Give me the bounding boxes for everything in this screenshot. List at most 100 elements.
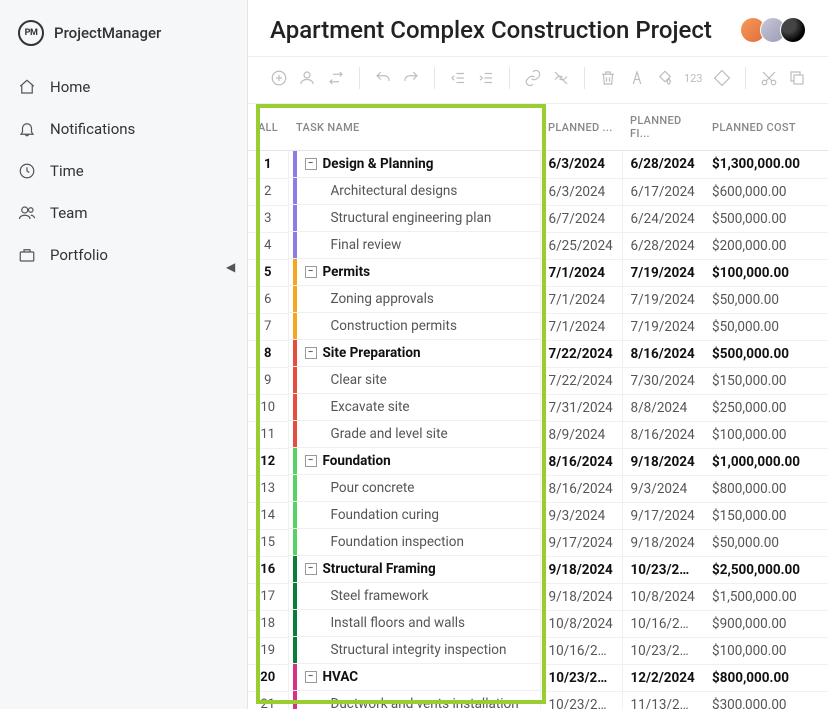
task-name-cell[interactable]: −Site Preparation [289, 340, 540, 367]
task-row[interactable]: 9 Clear site 7/22/2024 7/30/2024 $150,00… [248, 367, 828, 394]
task-name-cell[interactable]: −HVAC [289, 664, 540, 691]
planned-start[interactable]: 10/23/2024 [540, 691, 622, 709]
task-name-cell[interactable]: Pour concrete [289, 475, 540, 502]
task-row[interactable]: 7 Construction permits 7/1/2024 7/19/202… [248, 313, 828, 340]
col-taskname[interactable]: TASK NAME [288, 104, 540, 151]
planned-finish[interactable]: 7/19/2024 [622, 286, 704, 313]
task-row[interactable]: 1 −Design & Planning 6/3/2024 6/28/2024 … [248, 151, 828, 179]
task-name-cell[interactable]: Architectural designs [289, 178, 540, 205]
collaborator-avatars[interactable] [746, 17, 806, 43]
redo-icon[interactable] [402, 67, 420, 89]
nav-item-time[interactable]: Time [0, 150, 247, 192]
planned-start[interactable]: 7/1/2024 [540, 259, 622, 286]
planned-start[interactable]: 7/31/2024 [540, 394, 622, 421]
planned-start[interactable]: 10/8/2024 [540, 610, 622, 637]
planned-cost[interactable]: $50,000.00 [704, 313, 828, 340]
task-row[interactable]: 14 Foundation curing 9/3/2024 9/17/2024 … [248, 502, 828, 529]
col-finish[interactable]: PLANNED FI... [622, 104, 704, 151]
collapse-icon[interactable]: − [305, 266, 317, 278]
planned-start[interactable]: 9/18/2024 [540, 583, 622, 610]
planned-start[interactable]: 9/3/2024 [540, 502, 622, 529]
planned-finish[interactable]: 10/16/2024 [622, 610, 704, 637]
collapse-icon[interactable]: − [305, 563, 317, 575]
task-name-cell[interactable]: Steel framework [289, 583, 540, 610]
task-name-cell[interactable]: Structural engineering plan [289, 205, 540, 232]
planned-cost[interactable]: $150,000.00 [704, 367, 828, 394]
task-row[interactable]: 20 −HVAC 10/23/2024 12/2/2024 $800,000.0… [248, 664, 828, 691]
task-row[interactable]: 19 Structural integrity inspection 10/16… [248, 637, 828, 664]
task-name-cell[interactable]: Structural integrity inspection [289, 637, 540, 664]
nav-item-portfolio[interactable]: Portfolio [0, 234, 247, 276]
copy-icon[interactable] [788, 67, 806, 89]
task-row[interactable]: 5 −Permits 7/1/2024 7/19/2024 $100,000.0… [248, 259, 828, 286]
collapse-icon[interactable]: − [305, 158, 317, 170]
assign-icon[interactable] [298, 67, 316, 89]
planned-cost[interactable]: $900,000.00 [704, 610, 828, 637]
brand[interactable]: PM ProjectManager [0, 12, 247, 66]
planned-cost[interactable]: $500,000.00 [704, 205, 828, 232]
number-format-icon[interactable]: 123 [684, 67, 703, 89]
task-row[interactable]: 13 Pour concrete 8/16/2024 9/3/2024 $800… [248, 475, 828, 502]
planned-cost[interactable]: $1,000,000.00 [704, 448, 828, 475]
planned-finish[interactable]: 9/17/2024 [622, 502, 704, 529]
nav-item-home[interactable]: Home [0, 66, 247, 108]
planned-cost[interactable]: $100,000.00 [704, 259, 828, 286]
planned-cost[interactable]: $500,000.00 [704, 340, 828, 367]
planned-start[interactable]: 6/7/2024 [540, 205, 622, 232]
task-row[interactable]: 11 Grade and level site 8/9/2024 8/16/20… [248, 421, 828, 448]
task-row[interactable]: 6 Zoning approvals 7/1/2024 7/19/2024 $5… [248, 286, 828, 313]
planned-cost[interactable]: $50,000.00 [704, 286, 828, 313]
planned-start[interactable]: 7/1/2024 [540, 286, 622, 313]
planned-finish[interactable]: 8/8/2024 [622, 394, 704, 421]
text-color-icon[interactable] [628, 67, 646, 89]
col-rownum[interactable]: ALL [248, 104, 288, 151]
task-name-cell[interactable]: Ductwork and vents installation [289, 691, 540, 709]
collapse-icon[interactable]: − [305, 671, 317, 683]
task-name-cell[interactable]: Install floors and walls [289, 610, 540, 637]
task-name-cell[interactable]: −Permits [289, 259, 540, 286]
fill-color-icon[interactable] [656, 67, 674, 89]
planned-finish[interactable]: 8/16/2024 [622, 421, 704, 448]
task-name-cell[interactable]: Zoning approvals [289, 286, 540, 313]
task-name-cell[interactable]: Grade and level site [289, 421, 540, 448]
planned-cost[interactable]: $1,300,000.00 [704, 151, 828, 179]
planned-start[interactable]: 9/17/2024 [540, 529, 622, 556]
planned-finish[interactable]: 9/3/2024 [622, 475, 704, 502]
task-row[interactable]: 17 Steel framework 9/18/2024 10/8/2024 $… [248, 583, 828, 610]
planned-finish[interactable]: 6/28/2024 [622, 151, 704, 179]
planned-cost[interactable]: $100,000.00 [704, 421, 828, 448]
task-row[interactable]: 21 Ductwork and vents installation 10/23… [248, 691, 828, 709]
planned-start[interactable]: 10/16/2024 [540, 637, 622, 664]
planned-finish[interactable]: 7/19/2024 [622, 313, 704, 340]
outdent-icon[interactable] [449, 67, 467, 89]
planned-finish[interactable]: 6/17/2024 [622, 178, 704, 205]
task-name-cell[interactable]: Foundation curing [289, 502, 540, 529]
collapse-icon[interactable]: − [305, 347, 317, 359]
planned-cost[interactable]: $2,500,000.00 [704, 556, 828, 583]
delete-icon[interactable] [599, 67, 617, 89]
planned-start[interactable]: 7/22/2024 [540, 367, 622, 394]
planned-finish[interactable]: 9/18/2024 [622, 448, 704, 475]
planned-finish[interactable]: 6/24/2024 [622, 205, 704, 232]
planned-cost[interactable]: $250,000.00 [704, 394, 828, 421]
task-row[interactable]: 2 Architectural designs 6/3/2024 6/17/20… [248, 178, 828, 205]
planned-finish[interactable]: 6/28/2024 [622, 232, 704, 259]
planned-start[interactable]: 8/9/2024 [540, 421, 622, 448]
planned-cost[interactable]: $1,500,000.00 [704, 583, 828, 610]
planned-start[interactable]: 8/16/2024 [540, 448, 622, 475]
nav-item-team[interactable]: Team [0, 192, 247, 234]
task-name-cell[interactable]: Final review [289, 232, 540, 259]
task-name-cell[interactable]: −Structural Framing [289, 556, 540, 583]
planned-finish[interactable]: 10/23/2024 [622, 637, 704, 664]
planned-finish[interactable]: 10/23/2024 [622, 556, 704, 583]
planned-start[interactable]: 6/3/2024 [540, 151, 622, 179]
task-name-cell[interactable]: Foundation inspection [289, 529, 540, 556]
cut-icon[interactable] [760, 67, 778, 89]
planned-start[interactable]: 7/22/2024 [540, 340, 622, 367]
planned-finish[interactable]: 7/19/2024 [622, 259, 704, 286]
planned-cost[interactable]: $200,000.00 [704, 232, 828, 259]
planned-start[interactable]: 6/3/2024 [540, 178, 622, 205]
planned-cost[interactable]: $150,000.00 [704, 502, 828, 529]
task-row[interactable]: 10 Excavate site 7/31/2024 8/8/2024 $250… [248, 394, 828, 421]
swap-icon[interactable] [326, 67, 344, 89]
